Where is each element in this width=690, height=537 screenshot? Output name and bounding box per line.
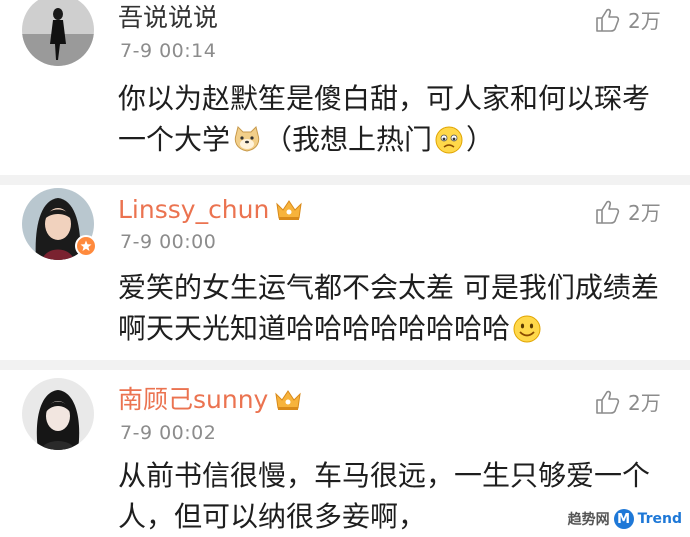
star-icon [80,240,92,251]
watermark-cn: 趋势网 [567,512,610,528]
watermark-m-icon: M [613,509,634,529]
divider [0,175,690,185]
comment-line: 啊天天光知道哈哈哈哈哈哈哈哈 [118,308,678,355]
username[interactable]: 南顾己sunny [118,385,302,419]
thumbs-up-icon [596,390,620,414]
like-button[interactable]: 2万 [594,197,661,226]
avatar[interactable] [22,378,94,450]
username[interactable]: 吾说说说 [118,3,218,33]
smile-emoji [512,314,542,355]
doge-emoji [232,125,262,166]
comment-line: 一个大学 （我想上热门 ） [118,119,678,166]
username-text: 南顾己sunny [118,385,269,414]
thumbs-up-icon [596,8,620,32]
line-text: 啊天天光知道哈哈哈哈哈哈哈哈 [118,312,511,345]
watermark-en: Trend [637,511,682,527]
comment-text: 爱笑的女生运气都不会太差 可是我们成绩差 啊天天光知道哈哈哈哈哈哈哈哈 [118,267,678,355]
like-button[interactable]: 2万 [594,5,661,34]
like-count: 2万 [628,9,661,33]
timestamp: 7-9 00:00 [120,231,217,253]
line-text: ） [466,123,495,156]
username[interactable]: Linssy_chun [118,195,303,229]
divider [0,360,690,370]
verified-badge [75,235,97,257]
like-count: 2万 [628,201,661,225]
line-text: 一个大学 [118,123,231,156]
vip-crown-icon [275,198,303,229]
username-text: Linssy_chun [118,195,270,224]
sad-emoji [434,125,464,166]
thumbs-up-icon [596,200,620,224]
watermark-logo: 趋势网 M Trend [568,507,682,531]
avatar[interactable] [22,0,94,66]
timestamp: 7-9 00:02 [120,422,217,444]
comment-text: 你以为赵默笙是傻白甜，可人家和何以琛考 一个大学 （我想上热门 ） [118,78,678,166]
comment-line: 从前书信很慢，车马很远，一生只够爱一个 [118,459,651,492]
comment-line: 你以为赵默笙是傻白甜，可人家和何以琛考 [118,82,651,115]
line-text: （我想上热门 [264,123,433,156]
comment-line: 爱笑的女生运气都不会太差 可是我们成绩差 [118,271,659,304]
vip-crown-icon [274,388,302,419]
like-count: 2万 [628,391,661,415]
like-button[interactable]: 2万 [594,387,661,416]
timestamp: 7-9 00:14 [120,40,217,62]
